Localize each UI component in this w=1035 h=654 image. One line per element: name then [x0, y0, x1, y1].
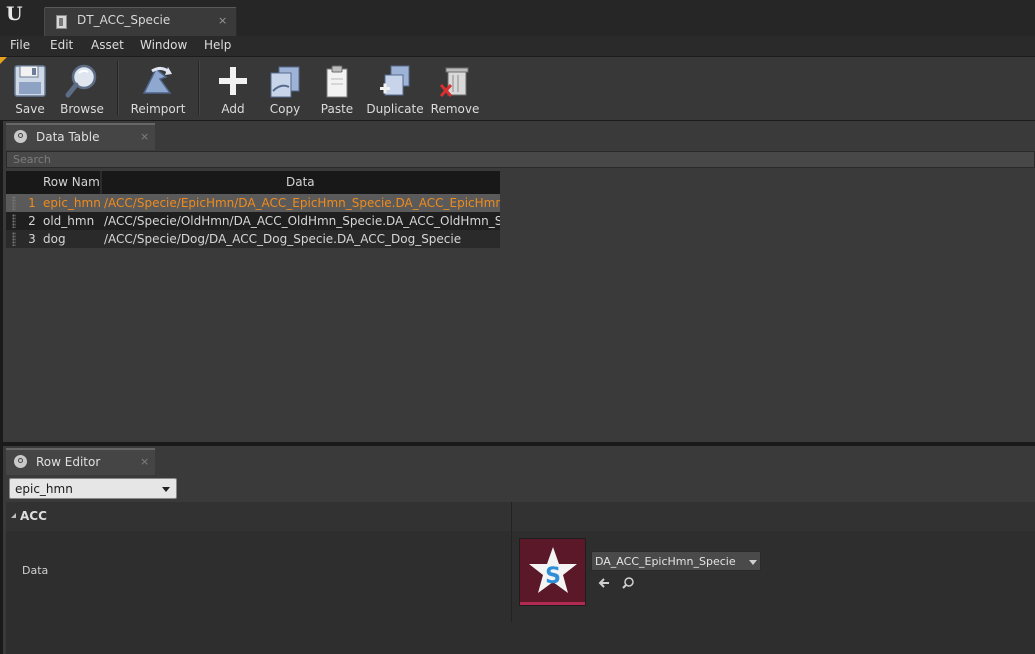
table-header: Row Name Data — [6, 171, 500, 194]
browse-button[interactable]: Browse — [60, 61, 104, 117]
table-row[interactable]: 2 old_hmn /ACC/Specie/OldHmn/DA_ACC_OldH… — [6, 212, 500, 230]
drag-handle-icon[interactable] — [12, 214, 16, 228]
table-row[interactable]: 1 epic_hmn /ACC/Specie/EpicHmn/DA_ACC_Ep… — [6, 194, 500, 212]
property-label: Data — [22, 564, 49, 577]
toolbar-separator — [117, 61, 119, 115]
row-data: /ACC/Specie/Dog/DA_ACC_Dog_Specie.DA_ACC… — [104, 232, 462, 246]
browse-label: Browse — [60, 102, 104, 116]
row-editor-tab-icon — [14, 455, 27, 468]
name-value-splitter[interactable] — [511, 502, 512, 622]
document-tab[interactable]: DT_ACC_Specie × — [44, 7, 237, 36]
row-name: epic_hmn — [43, 196, 101, 210]
copy-icon — [270, 66, 300, 98]
column-header-row-name[interactable]: Row Name — [43, 175, 101, 189]
details-view: ACC Data S DA_ACC_EpicHmn_Specie — [6, 502, 1035, 654]
toolbar: Save Browse Reimport Add Copy Paste Dupl… — [0, 57, 1035, 120]
close-icon[interactable]: × — [140, 130, 149, 143]
menu-file[interactable]: File — [10, 38, 30, 52]
drag-handle-icon[interactable] — [12, 196, 16, 210]
row-selector-value: epic_hmn — [15, 482, 73, 496]
add-label: Add — [221, 102, 245, 116]
data-table-tab-icon — [14, 130, 27, 143]
menu-asset[interactable]: Asset — [91, 38, 124, 52]
menu-bar: File Edit Asset Window Help — [0, 36, 1035, 57]
remove-label: Remove — [430, 102, 480, 116]
title-bar: U DT_ACC_Specie × — [0, 0, 1035, 36]
data-table-panel: Data Table × Search Row Name Data 1 epic… — [3, 121, 1035, 442]
paste-label: Paste — [320, 102, 354, 116]
row-selector-dropdown[interactable]: epic_hmn — [9, 478, 177, 499]
row-data: /ACC/Specie/EpicHmn/DA_ACC_EpicHmn_Speci… — [104, 196, 500, 210]
duplicate-icon — [380, 65, 410, 96]
menu-edit[interactable]: Edit — [50, 38, 73, 52]
reimport-icon — [142, 66, 172, 94]
collapse-arrow-icon[interactable] — [11, 513, 16, 518]
copy-button[interactable]: Copy — [264, 61, 306, 117]
asset-picker-value: DA_ACC_EpicHmn_Specie — [595, 555, 736, 568]
add-button[interactable]: Add — [214, 61, 252, 117]
remove-icon — [439, 67, 469, 98]
row-number: 2 — [28, 214, 36, 228]
row-number: 3 — [28, 232, 36, 246]
use-selected-arrow-icon[interactable] — [597, 576, 611, 590]
unreal-logo: U — [6, 3, 23, 25]
tab-row-editor[interactable]: Row Editor × — [6, 448, 155, 475]
drag-handle-icon[interactable] — [12, 232, 16, 246]
row-name: dog — [43, 232, 66, 246]
chevron-down-icon — [162, 487, 170, 492]
menu-window[interactable]: Window — [140, 38, 187, 52]
copy-label: Copy — [269, 102, 301, 116]
svg-text:S: S — [545, 564, 561, 589]
save-label: Save — [15, 102, 45, 116]
close-icon[interactable]: × — [218, 14, 227, 27]
row-name: old_hmn — [43, 214, 95, 228]
document-tab-label: DT_ACC_Specie — [77, 13, 171, 27]
row-editor-panel: Row Editor × epic_hmn ACC Data S DA_ACC_… — [3, 446, 1035, 654]
save-button[interactable]: Save — [10, 61, 50, 117]
duplicate-button[interactable]: Duplicate — [366, 61, 424, 117]
paste-icon — [326, 65, 348, 98]
table-row[interactable]: 3 dog /ACC/Specie/Dog/DA_ACC_Dog_Specie.… — [6, 230, 500, 248]
reimport-label: Reimport — [130, 102, 186, 116]
datatable-asset-icon — [56, 15, 67, 29]
search-input[interactable]: Search — [6, 151, 1035, 168]
column-header-data[interactable]: Data — [286, 175, 315, 189]
menu-help[interactable]: Help — [204, 38, 231, 52]
paste-button[interactable]: Paste — [316, 61, 358, 117]
close-icon[interactable]: × — [140, 455, 149, 468]
duplicate-label: Duplicate — [366, 102, 424, 116]
row-number: 1 — [28, 196, 36, 210]
row-editor-tab-label: Row Editor — [36, 455, 101, 469]
remove-button[interactable]: Remove — [430, 61, 480, 117]
browse-icon — [65, 64, 97, 98]
tab-data-table[interactable]: Data Table × — [6, 123, 155, 150]
toolbar-corner-marker — [0, 57, 7, 64]
reimport-button[interactable]: Reimport — [130, 61, 186, 117]
column-divider[interactable] — [100, 171, 102, 194]
category-label: ACC — [20, 509, 47, 523]
category-header[interactable]: ACC — [6, 502, 1035, 531]
asset-picker-dropdown[interactable]: DA_ACC_EpicHmn_Specie — [591, 551, 761, 571]
thumbnail-color-bar — [520, 602, 585, 605]
toolbar-separator — [198, 61, 200, 115]
asset-thumbnail[interactable]: S — [519, 538, 586, 606]
data-table-tab-label: Data Table — [36, 130, 100, 144]
search-placeholder: Search — [13, 153, 51, 166]
save-icon — [14, 65, 46, 97]
chevron-down-icon — [749, 560, 757, 565]
browse-to-asset-search-icon[interactable] — [621, 576, 635, 590]
row-data: /ACC/Specie/OldHmn/DA_ACC_OldHmn_Specie.… — [104, 214, 500, 228]
star-icon: S — [529, 547, 577, 593]
add-icon — [219, 67, 247, 95]
